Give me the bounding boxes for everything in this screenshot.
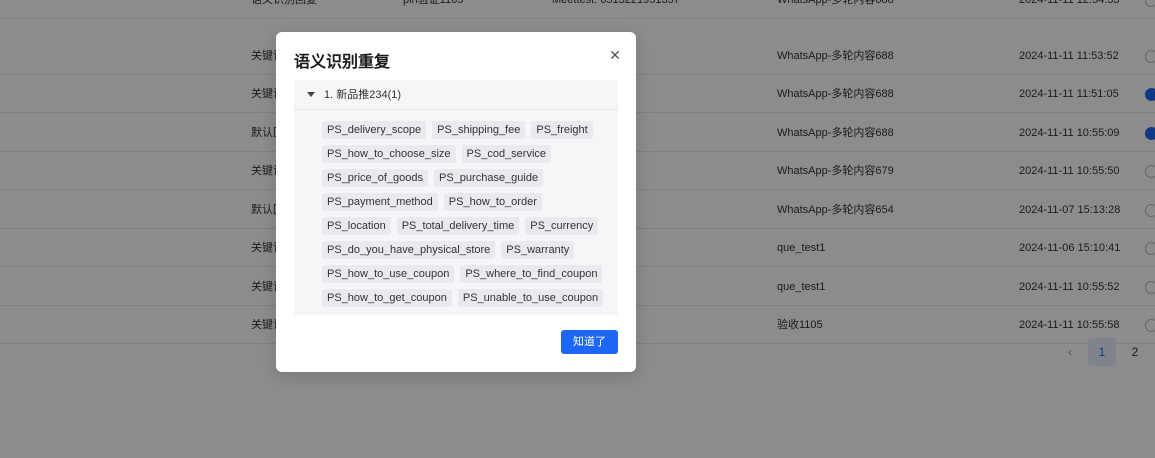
tag-row: PS_payment_method PS_how_to_order bbox=[322, 190, 612, 214]
intent-tag: PS_currency bbox=[525, 217, 599, 235]
intent-tag: PS_how_to_get_coupon bbox=[322, 289, 452, 307]
intent-tag: PS_freight bbox=[531, 121, 593, 139]
intent-tag: PS_how_to_order bbox=[443, 193, 542, 211]
intent-tag-list: PS_delivery_scope PS_shipping_fee PS_freig… bbox=[322, 118, 612, 310]
intent-tag: PS_shipping_fee bbox=[432, 121, 526, 139]
intent-tag: PS_total_delivery_time bbox=[396, 217, 520, 235]
intent-tag: PS_how_to_choose_size bbox=[322, 145, 456, 163]
intent-tag: PS_payment_method bbox=[322, 193, 438, 211]
dialog-title: 语义识别重复 bbox=[294, 54, 391, 71]
close-icon[interactable]: ✕ bbox=[606, 46, 624, 64]
intent-tag: PS_purchase_guide bbox=[434, 169, 544, 187]
tag-row: PS_location PS_total_delivery_time PS_curr… bbox=[322, 214, 612, 238]
tag-row: PS_delivery_scope PS_shipping_fee PS_freig… bbox=[322, 118, 612, 142]
tag-row: PS_how_to_get_coupon PS_unable_to_use_cou… bbox=[322, 286, 612, 310]
intent-tag: PS_how_to_use_coupon bbox=[322, 265, 455, 283]
intent-tag: PS_warranty bbox=[501, 241, 575, 259]
tag-row: PS_do_you_have_physical_store PS_warranty bbox=[322, 238, 612, 262]
group-header[interactable]: 1. 新品推234(1) bbox=[294, 80, 618, 110]
intent-tag: PS_unable_to_use_coupon bbox=[457, 289, 604, 307]
intent-tag: PS_cod_service bbox=[461, 145, 552, 163]
intent-tag: PS_price_of_goods bbox=[322, 169, 429, 187]
got-it-button[interactable]: 知道了 bbox=[561, 330, 618, 354]
intent-tag: PS_location bbox=[322, 217, 391, 235]
tag-row: PS_how_to_choose_size PS_cod_service bbox=[322, 142, 612, 166]
tag-row: PS_how_to_use_coupon PS_where_to_find_cou… bbox=[322, 262, 612, 286]
intent-tag: PS_where_to_find_coupon bbox=[460, 265, 603, 283]
tag-row: PS_price_of_goods PS_purchase_guide bbox=[322, 166, 612, 190]
duplicate-group-panel: 1. 新品推234(1) PS_delivery_scope PS_shippin… bbox=[294, 80, 618, 315]
intent-tag: PS_delivery_scope bbox=[322, 121, 427, 139]
group-title: 1. 新品推234(1) bbox=[324, 89, 402, 101]
caret-down-icon bbox=[307, 92, 315, 97]
semantic-duplicate-dialog: 语义识别重复 ✕ 1. 新品推234(1) PS_delivery_scope P… bbox=[276, 32, 636, 372]
intent-tag: PS_do_you_have_physical_store bbox=[322, 241, 496, 259]
